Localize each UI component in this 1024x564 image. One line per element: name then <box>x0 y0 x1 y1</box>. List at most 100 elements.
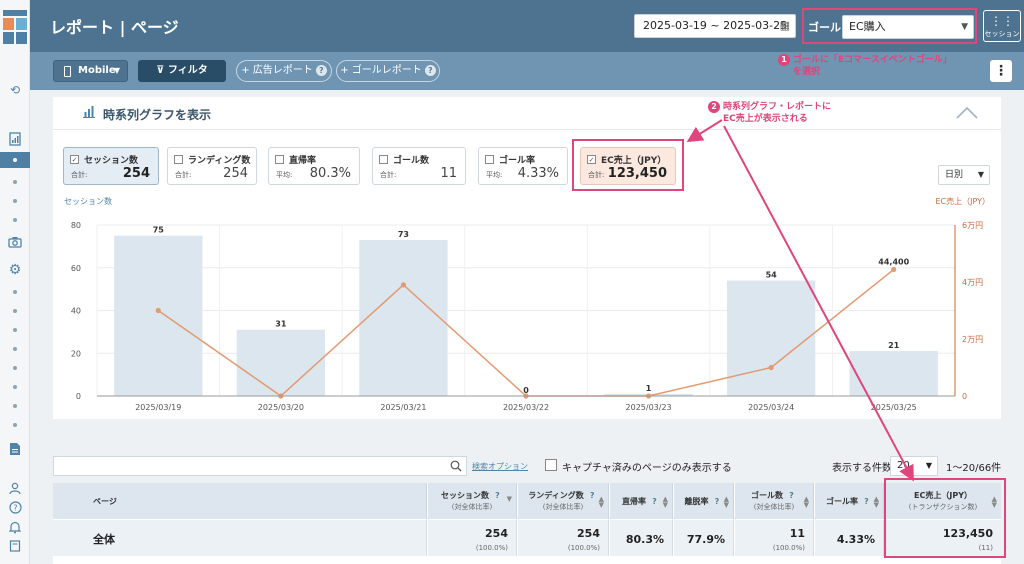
document-icon[interactable] <box>7 442 23 458</box>
annotation-number: 2 <box>708 101 720 113</box>
column-header-sub: (対全体比率) <box>451 503 493 511</box>
sidebar-item[interactable] <box>13 290 17 294</box>
report-icon[interactable] <box>7 132 23 148</box>
help-icon[interactable]: ? <box>711 496 723 507</box>
sort-icon[interactable]: ▲ ▼ <box>724 496 729 509</box>
column-header-landings[interactable]: ランディング数? (対全体比率) ▲ ▼ <box>518 483 609 519</box>
help-icon[interactable]: ? <box>492 490 503 501</box>
sidebar-item[interactable] <box>13 309 17 313</box>
book-icon[interactable] <box>7 540 23 556</box>
capture-only-checkbox[interactable] <box>545 459 557 471</box>
sidebar-item[interactable] <box>13 385 17 389</box>
metric-sub-label: 合計: <box>71 171 88 179</box>
refresh-icon[interactable]: ⟲ <box>7 82 23 98</box>
svg-text:?: ? <box>13 504 17 513</box>
column-header-sessions[interactable]: セッション数? (対全体比率) ▼ <box>428 483 517 519</box>
column-header-sub: (対全体比率) <box>753 503 795 511</box>
app-logo[interactable] <box>3 10 27 46</box>
metric-card-bounce-rate[interactable]: 直帰率 平均: 80.3% <box>268 147 360 185</box>
per-page-select[interactable]: 20 ▼ <box>890 456 938 476</box>
camera-icon[interactable] <box>7 236 23 252</box>
checkbox-checked[interactable]: ✓ <box>70 155 79 164</box>
goal-select-value: EC購入 <box>849 20 886 33</box>
column-header-page[interactable]: ページ <box>53 483 427 519</box>
help-icon[interactable]: ? <box>861 496 872 507</box>
annotation-number: 1 <box>778 54 790 66</box>
help-icon[interactable]: ? <box>649 496 660 507</box>
sidebar-item[interactable] <box>13 199 17 203</box>
sidebar-item-page-report[interactable] <box>0 152 30 168</box>
table-row-total-page: 全体 <box>53 520 427 556</box>
x-tick-label: 2025/03/20 <box>258 403 304 412</box>
more-options-button[interactable]: ⋮ <box>990 60 1012 82</box>
sidebar-item[interactable] <box>13 404 17 408</box>
annotation-text: EC売上が表示される <box>723 114 808 124</box>
help-icon[interactable]: ? <box>7 501 23 517</box>
filter-button[interactable]: ⊽ フィルタ <box>138 60 226 82</box>
help-icon[interactable]: ? <box>586 490 598 501</box>
annotation-1: 1 ゴールに「Eコマースイベントゴール」 を選択 <box>778 54 952 78</box>
revenue-data-label: 44,400 <box>878 257 909 266</box>
checkbox[interactable] <box>174 155 183 164</box>
sidebar-item[interactable] <box>13 328 17 332</box>
add-ad-report-button[interactable]: + 広告レポート? <box>236 60 332 82</box>
help-icon[interactable]: ? <box>786 490 797 501</box>
gear-icon[interactable]: ⚙ <box>7 262 23 278</box>
sort-icon[interactable]: ▲ ▼ <box>804 496 809 509</box>
search-input[interactable] <box>53 456 467 476</box>
metric-card-goals[interactable]: ゴール数 合計: 11 <box>372 147 466 185</box>
ec-card-highlight-box <box>572 139 684 191</box>
metric-value: 80.3% <box>309 166 351 181</box>
timeseries-chart: セッション数 EC売上（JPY） 0 20 40 60 80 0 2万円 4万円 6万円 75 2025… <box>64 196 990 412</box>
result-range: 1〜20/66件 <box>946 463 1002 474</box>
help-icon[interactable]: ? <box>315 65 327 76</box>
goal-select[interactable]: EC購入 ▼ <box>842 15 974 39</box>
session-button[interactable]: ⋮⋮ セッション <box>983 10 1021 42</box>
sidebar-item[interactable] <box>13 180 17 184</box>
bar-2025/03/24 <box>727 280 816 396</box>
footprints-icon: ⋮⋮ <box>990 14 1014 28</box>
column-header-exit-rate[interactable]: 離脱率? ▲ ▼ <box>674 483 734 519</box>
checkbox[interactable] <box>485 155 494 164</box>
sidebar-item[interactable] <box>13 366 17 370</box>
revenue-point-2025/03/25 <box>891 266 897 273</box>
x-tick-label: 2025/03/24 <box>748 403 794 412</box>
column-header-goal-rate[interactable]: ゴール率? ▲ ▼ <box>815 483 884 519</box>
total-landings-pct: (100.0%) <box>567 544 600 552</box>
period-select[interactable]: 日別 ▼ <box>938 165 990 185</box>
search-icon[interactable] <box>450 460 462 472</box>
sort-icon[interactable]: ▲ ▼ <box>599 496 604 509</box>
bar-data-label: 1 <box>646 384 652 393</box>
date-range-picker[interactable]: 2025-03-19 ~ 2025-03-25 ▦ <box>634 14 796 38</box>
total-landings: 254 <box>577 527 600 540</box>
column-header-bounce-rate[interactable]: 直帰率? ▲ ▼ <box>610 483 673 519</box>
timeseries-panel: 時系列グラフを表示 ✓ セッション数 合計: 254 ランディング数 合計: 2… <box>53 97 1001 419</box>
sidebar-item[interactable] <box>13 423 17 427</box>
date-range-text: 2025-03-19 ~ 2025-03-25 <box>643 19 788 32</box>
metric-card-landings[interactable]: ランディング数 合計: 254 <box>167 147 257 185</box>
panel-header[interactable]: 時系列グラフを表示 <box>53 97 1001 130</box>
bar-2025/03/21 <box>359 239 448 396</box>
panel-title: 時系列グラフを表示 <box>103 108 212 122</box>
search-options-link[interactable]: 検索オプション <box>472 461 528 472</box>
metric-card-sessions[interactable]: ✓ セッション数 合計: 254 <box>63 147 159 185</box>
sort-icon[interactable]: ▲ ▼ <box>874 496 879 509</box>
chevron-up-icon[interactable] <box>956 105 978 119</box>
device-select-button[interactable]: Mobile ▼ <box>53 60 128 82</box>
ad-report-label: + 広告レポート <box>241 65 313 76</box>
bell-icon[interactable] <box>7 521 23 537</box>
user-icon[interactable] <box>7 482 23 498</box>
checkbox[interactable] <box>379 155 388 164</box>
metric-sub-label: 平均: <box>486 171 503 179</box>
sort-icon[interactable]: ▲ ▼ <box>663 496 668 509</box>
column-header-label: ランディング数 <box>528 491 584 500</box>
sort-desc-icon[interactable]: ▼ <box>507 496 512 503</box>
add-goal-report-button[interactable]: + ゴールレポート? <box>336 60 440 82</box>
sidebar-item[interactable] <box>13 347 17 351</box>
column-header-goals[interactable]: ゴール数? (対全体比率) ▲ ▼ <box>735 483 814 519</box>
revenue-point-2025/03/24 <box>768 364 774 371</box>
sidebar-item[interactable] <box>13 218 17 222</box>
help-icon[interactable]: ? <box>424 65 436 76</box>
metric-card-goal-rate[interactable]: ゴール率 平均: 4.33% <box>478 147 568 185</box>
checkbox[interactable] <box>275 155 284 164</box>
